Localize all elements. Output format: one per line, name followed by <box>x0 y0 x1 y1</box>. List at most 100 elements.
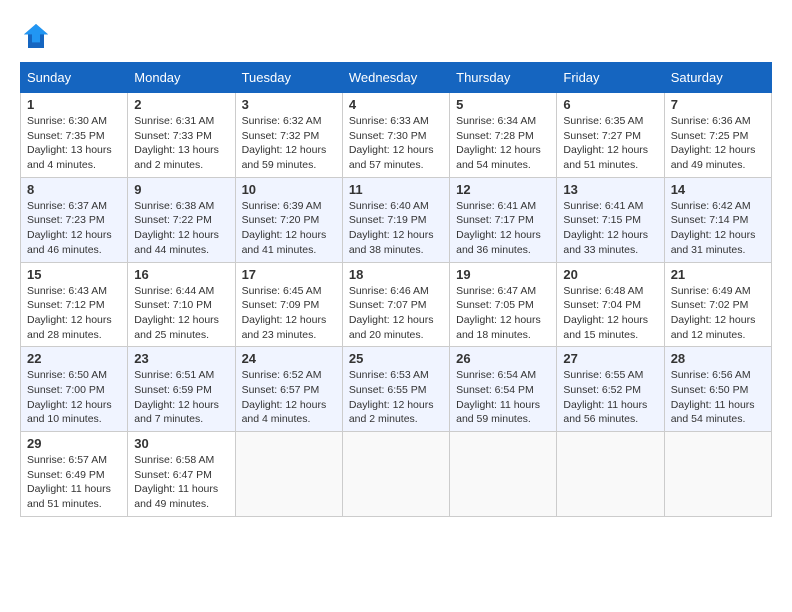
day-header-saturday: Saturday <box>664 63 771 93</box>
day-info: Sunrise: 6:37 AM Sunset: 7:23 PM Dayligh… <box>27 199 121 258</box>
day-header-sunday: Sunday <box>21 63 128 93</box>
day-number: 21 <box>671 267 765 282</box>
day-number: 22 <box>27 351 121 366</box>
calendar-cell: 24 Sunrise: 6:52 AM Sunset: 6:57 PM Dayli… <box>235 347 342 432</box>
calendar-cell: 9 Sunrise: 6:38 AM Sunset: 7:22 PM Daylig… <box>128 177 235 262</box>
calendar-cell: 30Sunrise: 6:58 AM Sunset: 6:47 PM Dayli… <box>128 432 235 517</box>
calendar-cell: 15 Sunrise: 6:43 AM Sunset: 7:12 PM Dayli… <box>21 262 128 347</box>
day-info: Sunrise: 6:45 AM Sunset: 7:09 PM Dayligh… <box>242 284 336 343</box>
day-info: Sunrise: 6:53 AM Sunset: 6:55 PM Dayligh… <box>349 368 443 427</box>
calendar-cell <box>342 432 449 517</box>
day-info: Sunrise: 6:46 AM Sunset: 7:07 PM Dayligh… <box>349 284 443 343</box>
calendar-cell: 8 Sunrise: 6:37 AM Sunset: 7:23 PM Daylig… <box>21 177 128 262</box>
calendar-table: SundayMondayTuesdayWednesdayThursdayFrid… <box>20 62 772 517</box>
day-info: Sunrise: 6:42 AM Sunset: 7:14 PM Dayligh… <box>671 199 765 258</box>
calendar-cell: 23 Sunrise: 6:51 AM Sunset: 6:59 PM Dayli… <box>128 347 235 432</box>
header-row: SundayMondayTuesdayWednesdayThursdayFrid… <box>21 63 772 93</box>
day-info: Sunrise: 6:36 AM Sunset: 7:25 PM Dayligh… <box>671 114 765 173</box>
day-info: Sunrise: 6:32 AM Sunset: 7:32 PM Dayligh… <box>242 114 336 173</box>
day-info: Sunrise: 6:41 AM Sunset: 7:15 PM Dayligh… <box>563 199 657 258</box>
day-info: Sunrise: 6:51 AM Sunset: 6:59 PM Dayligh… <box>134 368 228 427</box>
calendar-row-3: 15 Sunrise: 6:43 AM Sunset: 7:12 PM Dayli… <box>21 262 772 347</box>
day-info: Sunrise: 6:38 AM Sunset: 7:22 PM Dayligh… <box>134 199 228 258</box>
calendar-cell: 22Sunrise: 6:50 AM Sunset: 7:00 PM Dayli… <box>21 347 128 432</box>
calendar-cell: 10 Sunrise: 6:39 AM Sunset: 7:20 PM Dayli… <box>235 177 342 262</box>
calendar-row-2: 8 Sunrise: 6:37 AM Sunset: 7:23 PM Daylig… <box>21 177 772 262</box>
calendar-cell: 4Sunrise: 6:33 AM Sunset: 7:30 PM Daylig… <box>342 93 449 178</box>
logo-icon <box>20 20 52 52</box>
day-number: 17 <box>242 267 336 282</box>
day-info: Sunrise: 6:54 AM Sunset: 6:54 PM Dayligh… <box>456 368 550 427</box>
day-info: Sunrise: 6:34 AM Sunset: 7:28 PM Dayligh… <box>456 114 550 173</box>
calendar-cell: 2 Sunrise: 6:31 AM Sunset: 7:33 PM Daylig… <box>128 93 235 178</box>
day-number: 16 <box>134 267 228 282</box>
calendar-cell: 14 Sunrise: 6:42 AM Sunset: 7:14 PM Dayli… <box>664 177 771 262</box>
day-number: 9 <box>134 182 228 197</box>
day-header-wednesday: Wednesday <box>342 63 449 93</box>
calendar-cell <box>450 432 557 517</box>
calendar-cell: 25Sunrise: 6:53 AM Sunset: 6:55 PM Dayli… <box>342 347 449 432</box>
day-number: 8 <box>27 182 121 197</box>
calendar-cell: 19 Sunrise: 6:47 AM Sunset: 7:05 PM Dayli… <box>450 262 557 347</box>
calendar-cell: 18 Sunrise: 6:46 AM Sunset: 7:07 PM Dayli… <box>342 262 449 347</box>
calendar-cell <box>557 432 664 517</box>
calendar-cell: 12Sunrise: 6:41 AM Sunset: 7:17 PM Dayli… <box>450 177 557 262</box>
day-info: Sunrise: 6:39 AM Sunset: 7:20 PM Dayligh… <box>242 199 336 258</box>
day-number: 20 <box>563 267 657 282</box>
logo <box>20 20 54 52</box>
day-number: 10 <box>242 182 336 197</box>
day-header-friday: Friday <box>557 63 664 93</box>
day-number: 6 <box>563 97 657 112</box>
day-number: 11 <box>349 182 443 197</box>
day-info: Sunrise: 6:49 AM Sunset: 7:02 PM Dayligh… <box>671 284 765 343</box>
day-info: Sunrise: 6:48 AM Sunset: 7:04 PM Dayligh… <box>563 284 657 343</box>
day-info: Sunrise: 6:30 AM Sunset: 7:35 PM Dayligh… <box>27 114 121 173</box>
day-number: 14 <box>671 182 765 197</box>
day-number: 7 <box>671 97 765 112</box>
calendar-row-4: 22Sunrise: 6:50 AM Sunset: 7:00 PM Dayli… <box>21 347 772 432</box>
day-info: Sunrise: 6:52 AM Sunset: 6:57 PM Dayligh… <box>242 368 336 427</box>
day-number: 19 <box>456 267 550 282</box>
day-number: 15 <box>27 267 121 282</box>
calendar-cell: 5 Sunrise: 6:34 AM Sunset: 7:28 PM Daylig… <box>450 93 557 178</box>
calendar-cell: 6 Sunrise: 6:35 AM Sunset: 7:27 PM Daylig… <box>557 93 664 178</box>
calendar-cell: 20 Sunrise: 6:48 AM Sunset: 7:04 PM Dayli… <box>557 262 664 347</box>
day-number: 24 <box>242 351 336 366</box>
day-info: Sunrise: 6:56 AM Sunset: 6:50 PM Dayligh… <box>671 368 765 427</box>
page-header <box>20 20 772 52</box>
calendar-cell: 16 Sunrise: 6:44 AM Sunset: 7:10 PM Dayli… <box>128 262 235 347</box>
day-number: 1 <box>27 97 121 112</box>
calendar-cell: 27Sunrise: 6:55 AM Sunset: 6:52 PM Dayli… <box>557 347 664 432</box>
day-info: Sunrise: 6:31 AM Sunset: 7:33 PM Dayligh… <box>134 114 228 173</box>
day-number: 3 <box>242 97 336 112</box>
day-number: 5 <box>456 97 550 112</box>
calendar-cell: 13Sunrise: 6:41 AM Sunset: 7:15 PM Dayli… <box>557 177 664 262</box>
calendar-cell: 28Sunrise: 6:56 AM Sunset: 6:50 PM Dayli… <box>664 347 771 432</box>
day-info: Sunrise: 6:40 AM Sunset: 7:19 PM Dayligh… <box>349 199 443 258</box>
day-info: Sunrise: 6:44 AM Sunset: 7:10 PM Dayligh… <box>134 284 228 343</box>
day-number: 18 <box>349 267 443 282</box>
day-number: 2 <box>134 97 228 112</box>
day-info: Sunrise: 6:35 AM Sunset: 7:27 PM Dayligh… <box>563 114 657 173</box>
calendar-cell <box>235 432 342 517</box>
day-number: 4 <box>349 97 443 112</box>
calendar-cell: 1 Sunrise: 6:30 AM Sunset: 7:35 PM Daylig… <box>21 93 128 178</box>
day-info: Sunrise: 6:57 AM Sunset: 6:49 PM Dayligh… <box>27 453 121 512</box>
calendar-cell: 3 Sunrise: 6:32 AM Sunset: 7:32 PM Daylig… <box>235 93 342 178</box>
calendar-cell: 11 Sunrise: 6:40 AM Sunset: 7:19 PM Dayli… <box>342 177 449 262</box>
day-number: 30 <box>134 436 228 451</box>
calendar-cell: 26 Sunrise: 6:54 AM Sunset: 6:54 PM Dayli… <box>450 347 557 432</box>
calendar-cell: 7 Sunrise: 6:36 AM Sunset: 7:25 PM Daylig… <box>664 93 771 178</box>
calendar-row-5: 29 Sunrise: 6:57 AM Sunset: 6:49 PM Dayli… <box>21 432 772 517</box>
calendar-cell: 17 Sunrise: 6:45 AM Sunset: 7:09 PM Dayli… <box>235 262 342 347</box>
day-number: 26 <box>456 351 550 366</box>
calendar-cell: 29 Sunrise: 6:57 AM Sunset: 6:49 PM Dayli… <box>21 432 128 517</box>
day-number: 23 <box>134 351 228 366</box>
day-header-thursday: Thursday <box>450 63 557 93</box>
day-number: 29 <box>27 436 121 451</box>
day-info: Sunrise: 6:41 AM Sunset: 7:17 PM Dayligh… <box>456 199 550 258</box>
day-number: 27 <box>563 351 657 366</box>
day-info: Sunrise: 6:43 AM Sunset: 7:12 PM Dayligh… <box>27 284 121 343</box>
calendar-cell: 21 Sunrise: 6:49 AM Sunset: 7:02 PM Dayli… <box>664 262 771 347</box>
day-info: Sunrise: 6:47 AM Sunset: 7:05 PM Dayligh… <box>456 284 550 343</box>
